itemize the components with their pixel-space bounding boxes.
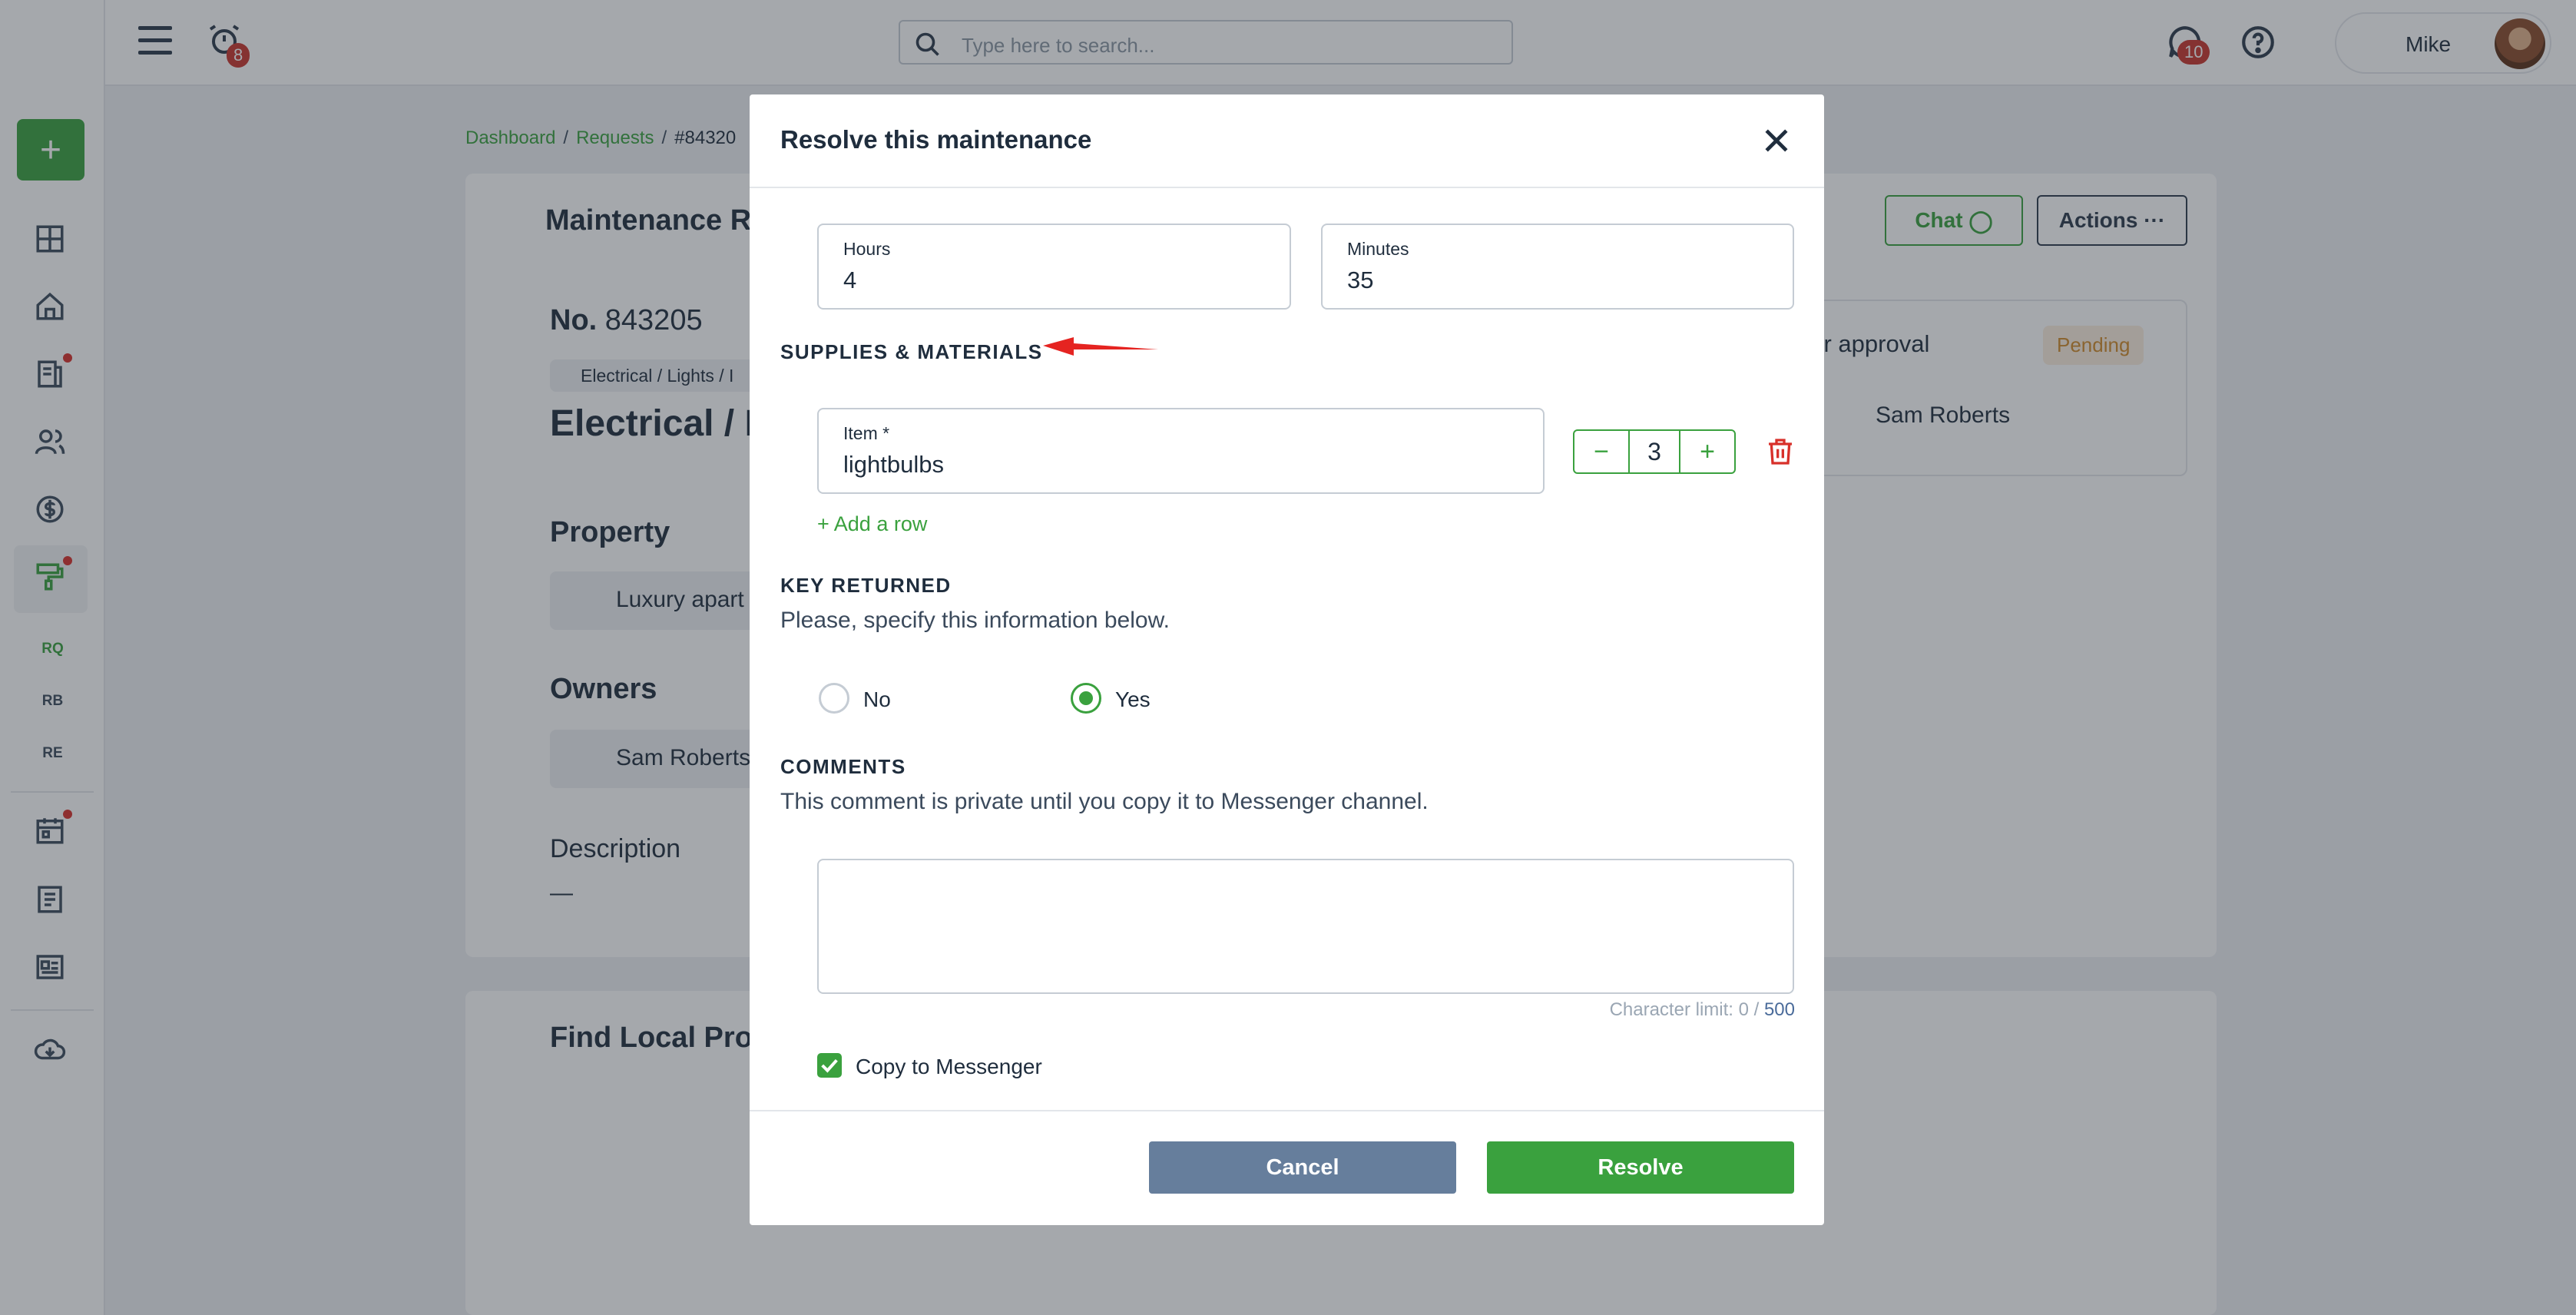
key-no-label[interactable]: No — [863, 687, 891, 712]
minutes-field[interactable]: Minutes 35 — [1321, 224, 1794, 310]
item-label: Item * — [843, 423, 890, 443]
quantity-stepper: − 3 + — [1573, 429, 1736, 474]
key-returned-heading: KEY RETURNED — [780, 574, 952, 597]
resolve-button[interactable]: Resolve — [1487, 1141, 1794, 1194]
resolve-modal: Resolve this maintenance Hours 4 Minutes… — [750, 94, 1824, 1225]
key-yes-radio[interactable] — [1071, 683, 1101, 714]
quantity-value[interactable]: 3 — [1628, 431, 1680, 472]
hours-label: Hours — [843, 239, 891, 259]
minutes-label: Minutes — [1347, 239, 1409, 259]
red-arrow-annotation — [1043, 337, 1158, 356]
close-icon[interactable] — [1760, 124, 1793, 157]
char-limit-max: 500 — [1763, 999, 1795, 1020]
comments-heading: COMMENTS — [780, 755, 906, 778]
key-returned-subtitle: Please, specify this information below. — [780, 608, 1170, 633]
char-limit-label: Character limit: 0 / — [1609, 999, 1760, 1020]
copy-to-messenger-label[interactable]: Copy to Messenger — [856, 1055, 1042, 1079]
modal-header: Resolve this maintenance — [750, 94, 1824, 188]
check-icon — [821, 1058, 838, 1073]
hours-field[interactable]: Hours 4 — [817, 224, 1291, 310]
character-limit: Character limit: 0 / 500 — [1610, 999, 1795, 1021]
increment-button[interactable]: + — [1680, 431, 1734, 472]
decrement-button[interactable]: − — [1574, 431, 1628, 472]
key-no-radio[interactable] — [819, 683, 849, 714]
copy-to-messenger-checkbox[interactable] — [817, 1053, 842, 1078]
trash-icon[interactable] — [1765, 436, 1796, 468]
cancel-button[interactable]: Cancel — [1149, 1141, 1456, 1194]
comment-textarea[interactable] — [817, 859, 1794, 994]
modal-title: Resolve this maintenance — [780, 125, 1092, 154]
item-field[interactable]: Item * lightbulbs — [817, 408, 1545, 494]
add-row-link[interactable]: + Add a row — [817, 512, 927, 536]
minutes-value: 35 — [1347, 267, 1374, 293]
item-value: lightbulbs — [843, 451, 944, 478]
supplies-heading: SUPPLIES & MATERIALS — [780, 340, 1043, 363]
modal-footer-divider — [750, 1110, 1824, 1111]
key-yes-label[interactable]: Yes — [1115, 687, 1151, 712]
hours-value: 4 — [843, 267, 857, 293]
comments-subtitle: This comment is private until you copy i… — [780, 789, 1429, 814]
